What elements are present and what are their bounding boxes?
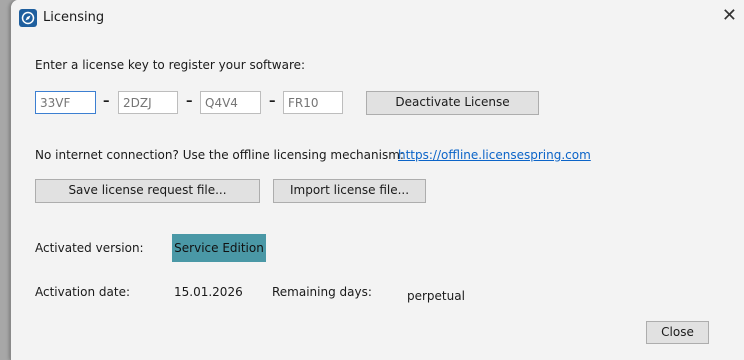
close-button[interactable]: Close	[646, 321, 709, 344]
license-key-prompt: Enter a license key to register your sof…	[35, 58, 306, 72]
license-key-part-2[interactable]	[118, 91, 178, 114]
licensing-dialog: Licensing ✕ Enter a license key to regis…	[10, 0, 744, 360]
license-key-part-3[interactable]	[200, 91, 261, 114]
key-separator: –	[103, 94, 110, 109]
edition-badge: Service Edition	[172, 234, 266, 262]
license-compass-icon	[19, 9, 37, 27]
activation-date-value: 15.01.2026	[174, 285, 243, 299]
license-key-part-4[interactable]	[283, 91, 343, 114]
activation-date-label: Activation date:	[35, 285, 130, 299]
offline-licensing-link[interactable]: https://offline.licensespring.com	[398, 148, 591, 162]
deactivate-license-button[interactable]: Deactivate License	[366, 91, 539, 115]
save-license-request-button[interactable]: Save license request file...	[35, 179, 260, 203]
remaining-days-value: perpetual	[407, 289, 465, 303]
import-license-button[interactable]: Import license file...	[273, 179, 426, 203]
title-bar: Licensing ✕	[11, 0, 744, 38]
remaining-days-label: Remaining days:	[272, 285, 372, 299]
window-title: Licensing	[43, 10, 105, 25]
close-icon[interactable]: ✕	[722, 6, 737, 26]
license-key-part-1[interactable]	[35, 91, 96, 114]
activated-version-label: Activated version:	[35, 241, 144, 255]
key-separator: –	[269, 94, 276, 109]
key-separator: –	[186, 94, 193, 109]
offline-mechanism-text: No internet connection? Use the offline …	[35, 148, 404, 162]
